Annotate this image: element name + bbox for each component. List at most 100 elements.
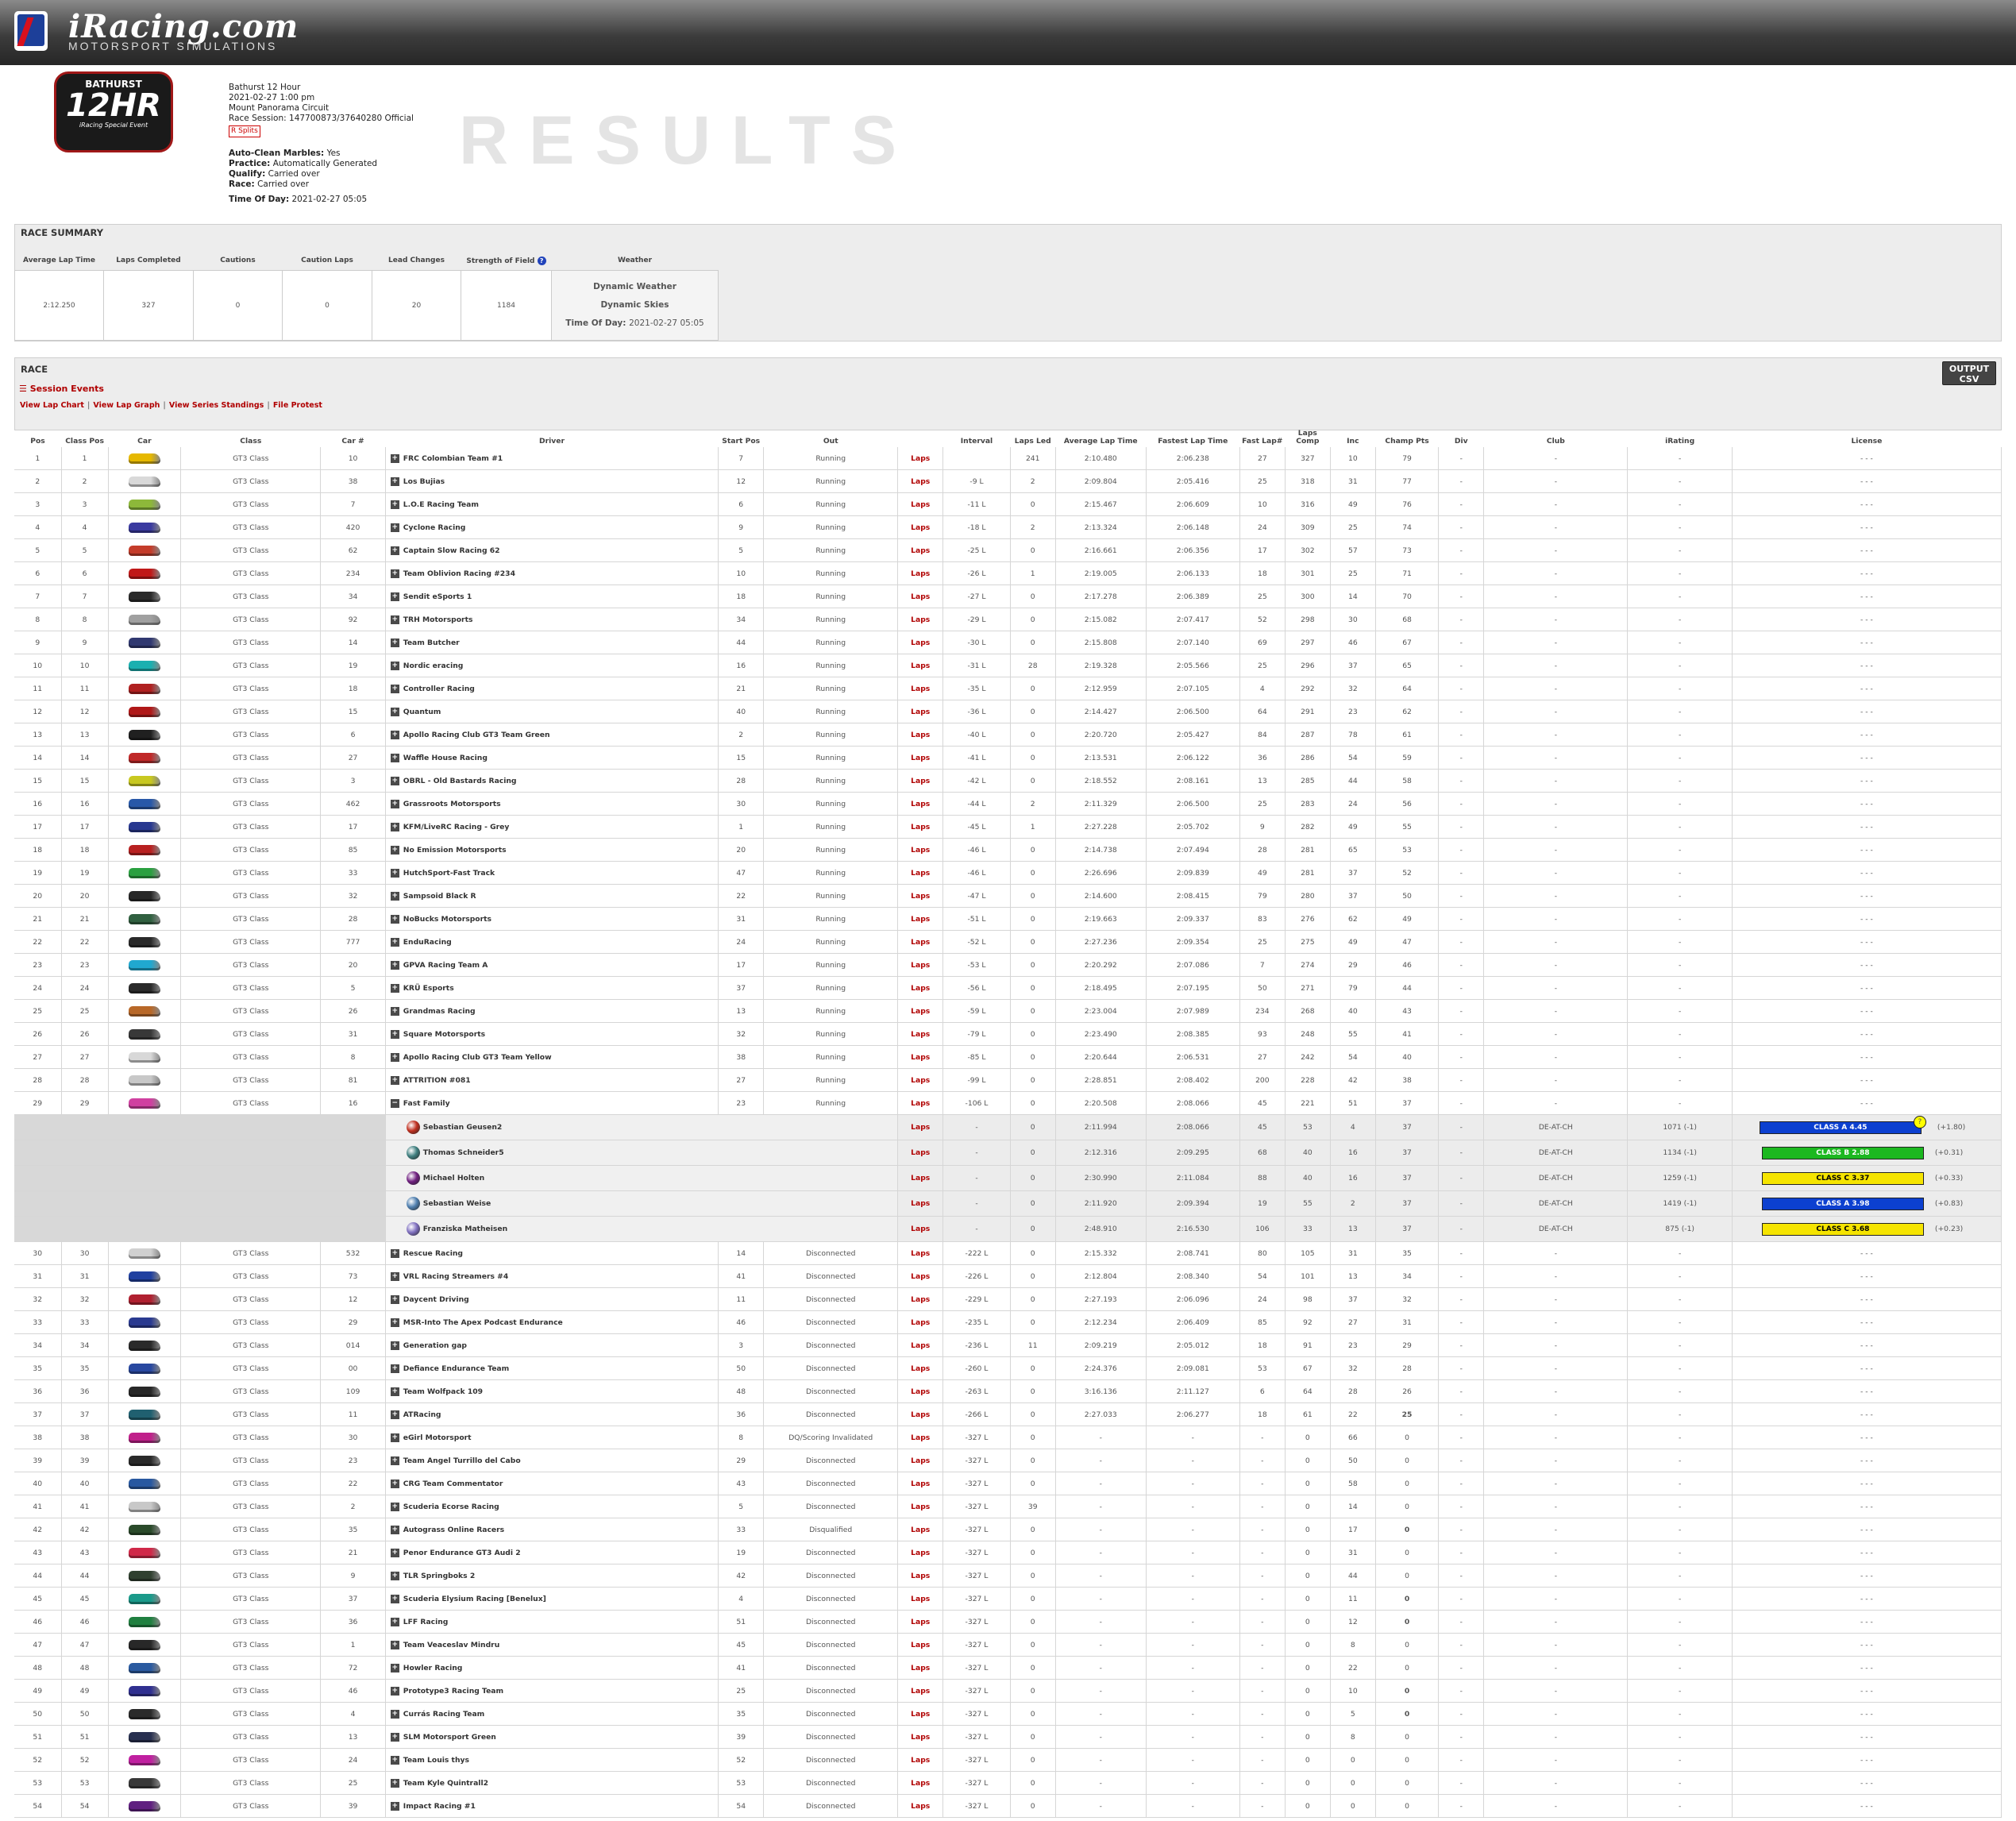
laps-link[interactable]: Laps [897, 723, 944, 747]
laps-link[interactable]: Laps [897, 953, 944, 977]
laps-link[interactable]: Laps [897, 1379, 944, 1403]
car-icon[interactable] [128, 706, 160, 717]
team-name[interactable]: Team Louis thys [403, 1756, 469, 1765]
laps-link[interactable]: Laps [897, 584, 944, 608]
expand-icon[interactable]: + [390, 1663, 399, 1672]
team-name[interactable]: Grandmas Racing [403, 1007, 476, 1016]
team-name[interactable]: Generation gap [403, 1341, 467, 1350]
laps-link[interactable]: Laps [897, 469, 944, 493]
expand-icon[interactable]: + [390, 1318, 399, 1327]
laps-link[interactable]: Laps [897, 1114, 944, 1140]
team-name[interactable]: HutchSport-Fast Track [403, 869, 495, 878]
car-icon[interactable] [128, 591, 160, 602]
car-icon[interactable] [128, 1777, 160, 1788]
car-icon[interactable] [128, 729, 160, 740]
team-name[interactable]: CRG Team Commentator [403, 1480, 503, 1488]
car-icon[interactable] [128, 660, 160, 671]
laps-link[interactable]: Laps [897, 1541, 944, 1564]
expand-icon[interactable]: + [390, 753, 399, 762]
laps-link[interactable]: Laps [897, 631, 944, 654]
team-name[interactable]: eGirl Motorsport [403, 1433, 472, 1442]
team-name[interactable]: LFF Racing [403, 1618, 449, 1626]
laps-link[interactable]: Laps [897, 1564, 944, 1588]
team-name[interactable]: Team Oblivion Racing #234 [403, 569, 515, 578]
link-view-lap-graph[interactable]: View Lap Graph [93, 401, 160, 410]
team-name[interactable]: FRC Colombian Team #1 [403, 454, 503, 463]
expand-icon[interactable]: + [390, 1364, 399, 1373]
laps-link[interactable]: Laps [897, 1216, 944, 1242]
expand-icon[interactable]: + [390, 1410, 399, 1419]
laps-link[interactable]: Laps [897, 1794, 944, 1818]
laps-link[interactable]: Laps [897, 1472, 944, 1495]
laps-link[interactable]: Laps [897, 976, 944, 1000]
expand-icon[interactable]: + [390, 1640, 399, 1649]
laps-link[interactable]: Laps [897, 999, 944, 1023]
car-icon[interactable] [128, 1409, 160, 1420]
link-view-lap-chart[interactable]: View Lap Chart [20, 401, 84, 410]
expand-icon[interactable]: + [390, 1732, 399, 1742]
team-name[interactable]: MSR-Into The Apex Podcast Endurance [403, 1318, 563, 1327]
expand-icon[interactable]: + [390, 1617, 399, 1626]
info-icon[interactable]: ? [537, 256, 546, 265]
car-icon[interactable] [128, 1363, 160, 1374]
team-name[interactable]: Captain Slow Racing 62 [403, 546, 500, 555]
driver-name[interactable]: Sebastian Geusen2 [423, 1123, 503, 1132]
car-icon[interactable] [128, 568, 160, 579]
car-icon[interactable] [128, 1074, 160, 1086]
car-icon[interactable] [128, 1501, 160, 1512]
laps-link[interactable]: Laps [897, 884, 944, 908]
team-name[interactable]: Cyclone Racing [403, 523, 466, 532]
laps-link[interactable]: Laps [897, 838, 944, 862]
team-name[interactable]: Currás Racing Team [403, 1710, 484, 1719]
team-name[interactable]: KRÜ Esports [403, 984, 454, 993]
team-name[interactable]: Team Butcher [403, 639, 460, 647]
team-name[interactable]: Controller Racing [403, 685, 475, 693]
expand-icon[interactable]: + [390, 1594, 399, 1603]
laps-link[interactable]: Laps [897, 1264, 944, 1288]
expand-icon[interactable]: + [390, 1075, 399, 1085]
output-csv-button[interactable]: OUTPUT CSV [1942, 361, 1996, 385]
expand-icon[interactable]: + [390, 592, 399, 601]
expand-icon[interactable]: + [390, 776, 399, 785]
laps-link[interactable]: Laps [897, 1091, 944, 1115]
car-icon[interactable] [128, 959, 160, 970]
laps-link[interactable]: Laps [897, 861, 944, 885]
car-icon[interactable] [128, 913, 160, 924]
car-icon[interactable] [128, 1028, 160, 1040]
expand-icon[interactable]: + [390, 1525, 399, 1534]
team-name[interactable]: NoBucks Motorsports [403, 915, 491, 924]
expand-icon[interactable]: + [390, 937, 399, 947]
team-name[interactable]: Team Veaceslav Mindru [403, 1641, 499, 1649]
car-icon[interactable] [128, 1098, 160, 1109]
car-icon[interactable] [128, 1340, 160, 1351]
expand-icon[interactable]: + [390, 523, 399, 532]
splits-button[interactable]: R Splits [229, 125, 260, 137]
laps-link[interactable]: Laps [897, 1495, 944, 1518]
car-icon[interactable] [128, 1432, 160, 1443]
car-icon[interactable] [128, 867, 160, 878]
expand-icon[interactable]: + [390, 1433, 399, 1442]
expand-icon[interactable]: + [390, 1479, 399, 1488]
team-name[interactable]: EnduRacing [403, 938, 452, 947]
laps-link[interactable]: Laps [897, 677, 944, 700]
laps-link[interactable]: Laps [897, 815, 944, 839]
laps-link[interactable]: Laps [897, 608, 944, 631]
team-name[interactable]: Defiance Endurance Team [403, 1364, 509, 1373]
car-icon[interactable] [128, 982, 160, 993]
link-file-protest[interactable]: File Protest [273, 401, 322, 410]
team-name[interactable]: Los Bujias [403, 477, 445, 486]
expand-icon[interactable]: + [390, 1271, 399, 1281]
laps-link[interactable]: Laps [897, 1449, 944, 1472]
team-name[interactable]: OBRL - Old Bastards Racing [403, 777, 517, 785]
team-name[interactable]: Team Wolfpack 109 [403, 1387, 483, 1396]
laps-link[interactable]: Laps [897, 1679, 944, 1703]
car-icon[interactable] [128, 1051, 160, 1063]
team-name[interactable]: KFM/LiveRC Racing - Grey [403, 823, 510, 831]
laps-link[interactable]: Laps [897, 1241, 944, 1265]
car-icon[interactable] [128, 522, 160, 533]
team-name[interactable]: VRL Racing Streamers #4 [403, 1272, 509, 1281]
car-icon[interactable] [128, 1708, 160, 1719]
car-icon[interactable] [128, 844, 160, 855]
laps-link[interactable]: Laps [897, 1748, 944, 1772]
car-icon[interactable] [128, 545, 160, 556]
